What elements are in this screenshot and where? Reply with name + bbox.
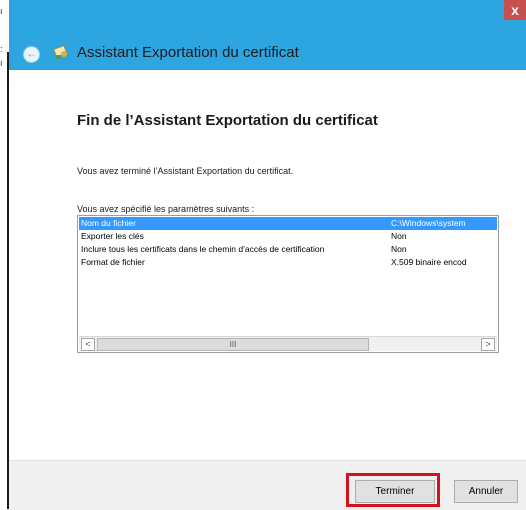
list-item-name: Exporter les clés xyxy=(81,231,144,241)
chevron-left-icon[interactable]: < xyxy=(85,339,90,349)
list-item-value: X.509 binaire encod xyxy=(391,257,467,267)
close-icon[interactable]: x xyxy=(511,2,519,18)
completion-text: Vous avez terminé l’Assistant Exportatio… xyxy=(77,166,294,176)
wizard-footer: Terminer Annuler xyxy=(9,460,526,510)
left-mark-3: ı xyxy=(0,58,3,68)
list-item-name: Nom du fichier xyxy=(81,218,136,228)
list-item-value: C:\Windows\system xyxy=(391,218,466,228)
close-button[interactable]: x xyxy=(504,0,526,20)
chevron-right-icon[interactable]: > xyxy=(485,339,490,349)
list-item-name: Format de fichier xyxy=(81,257,145,267)
list-item[interactable]: Exporter les clés Non xyxy=(79,230,497,243)
parameters-label: Vous avez spécifié les paramètres suivan… xyxy=(77,204,255,214)
left-mark-1: ı xyxy=(0,6,3,16)
horizontal-scrollbar[interactable]: < III > xyxy=(79,336,497,351)
grip-icon: III xyxy=(229,340,237,349)
title-bar: x ← Assistant Exportation du certificat xyxy=(9,0,526,70)
list-item-value: Non xyxy=(391,231,407,241)
back-button[interactable]: ← xyxy=(23,46,40,63)
scroll-right-button[interactable]: > xyxy=(481,338,495,351)
wizard-content: Fin de l’Assistant Exportation du certif… xyxy=(9,70,526,460)
parameters-listbox[interactable]: Nom du fichier C:\Windows\system Exporte… xyxy=(77,215,499,353)
list-item-value: Non xyxy=(391,244,407,254)
list-item[interactable]: Inclure tous les certificats dans le che… xyxy=(79,243,497,256)
scroll-thumb[interactable]: III xyxy=(97,338,369,351)
left-mark-2: : xyxy=(0,44,3,54)
list-item[interactable]: Nom du fichier C:\Windows\system xyxy=(79,217,497,230)
certificate-icon xyxy=(53,44,68,59)
finish-button[interactable]: Terminer xyxy=(355,480,435,503)
back-arrow-icon[interactable]: ← xyxy=(27,49,37,60)
left-frame xyxy=(0,0,6,509)
list-item[interactable]: Format de fichier X.509 binaire encod xyxy=(79,256,497,269)
cancel-button[interactable]: Annuler xyxy=(454,480,518,503)
page-heading: Fin de l’Assistant Exportation du certif… xyxy=(77,112,378,129)
list-item-name: Inclure tous les certificats dans le che… xyxy=(81,244,325,254)
scroll-left-button[interactable]: < xyxy=(81,338,95,351)
window-title: Assistant Exportation du certificat xyxy=(77,44,299,61)
